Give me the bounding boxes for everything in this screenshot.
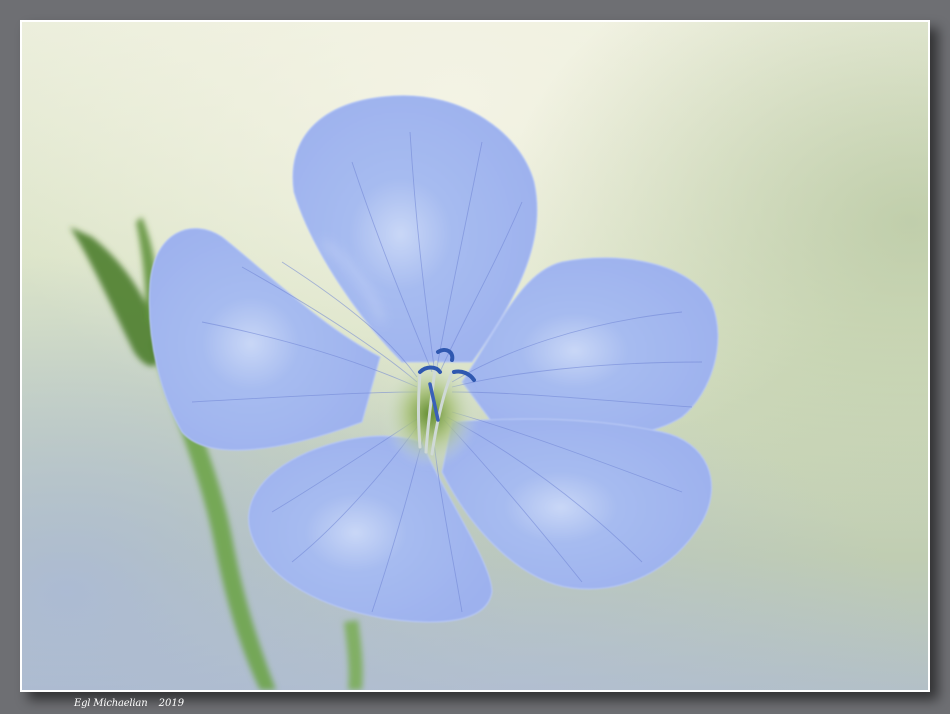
signature-name: Egl Michaelian <box>74 698 148 709</box>
photo-frame <box>20 20 930 692</box>
page: Egl Michaelian 2019 <box>0 0 950 714</box>
flower-photo <box>22 22 928 690</box>
signature-year: 2019 <box>158 698 185 709</box>
photographer-signature: Egl Michaelian 2019 <box>74 696 184 712</box>
